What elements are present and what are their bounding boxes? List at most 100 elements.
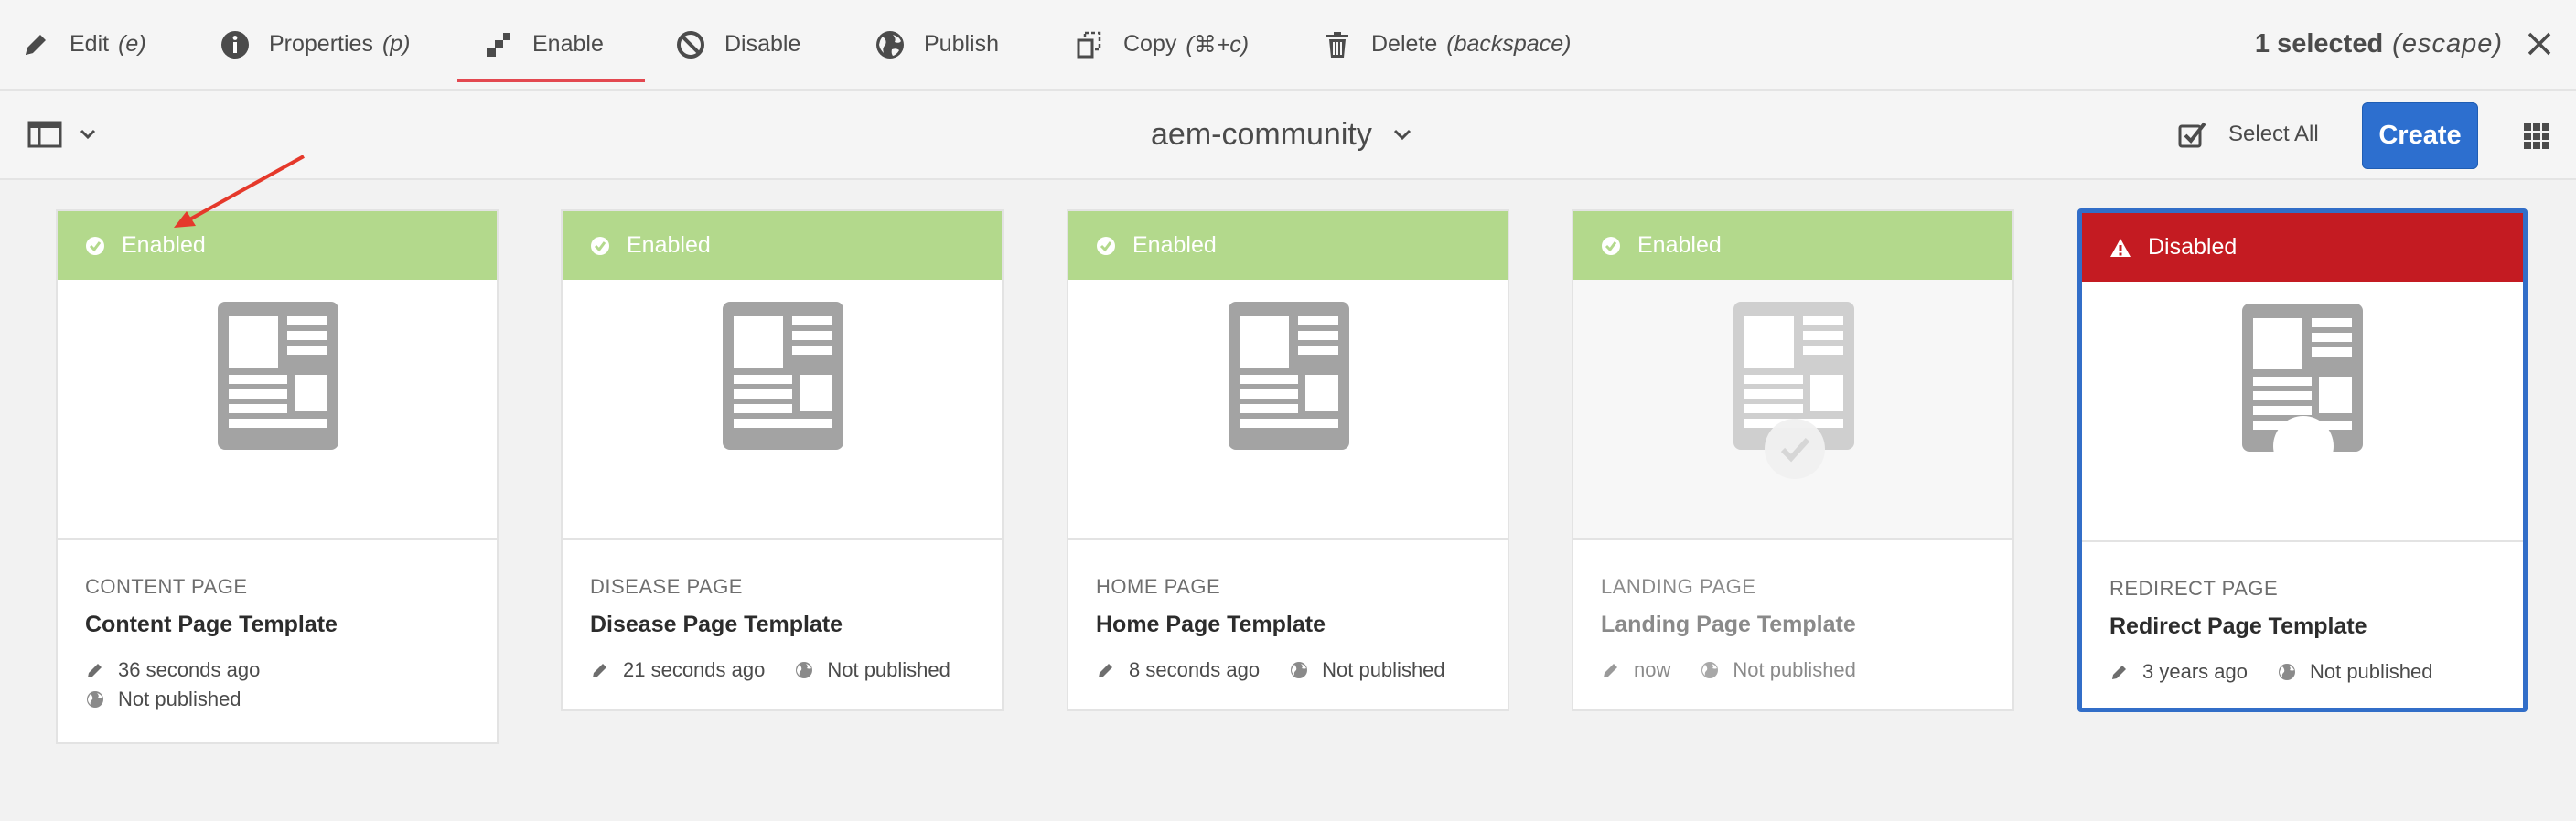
template-type: HOME PAGE: [1096, 575, 1221, 598]
edit-shortcut: (e): [118, 31, 146, 57]
selection-check-icon[interactable]: [1763, 417, 1827, 481]
template-thumbnail: [1573, 280, 2012, 540]
action-bar: Edit (e) Properties (p) Enable Disable P…: [0, 0, 2576, 91]
globe-icon: [1701, 662, 1719, 678]
chevron-down-icon: [1393, 129, 1411, 141]
globe-icon: [796, 662, 813, 678]
template-title: Disease Page Template: [590, 612, 843, 637]
checkbox-icon: [2178, 122, 2206, 148]
status-banner: Disabled: [2082, 213, 2523, 282]
pencil-icon: [2112, 666, 2126, 679]
publish-status: Not published: [2309, 660, 2433, 683]
publish-status: Not published: [118, 688, 242, 710]
check-circle-icon: [591, 236, 609, 255]
status-banner: Enabled: [1068, 211, 1508, 280]
copy-action[interactable]: Copy (⌘+c): [1074, 0, 1249, 89]
delete-label: Delete: [1371, 31, 1438, 57]
template-type: LANDING PAGE: [1601, 575, 1756, 598]
globe-icon: [1291, 662, 1308, 678]
template-thumbnail: [563, 280, 1002, 540]
template-title: Home Page Template: [1096, 612, 1326, 637]
disable-action[interactable]: Disable: [675, 0, 800, 89]
select-all-label: Select All: [2228, 122, 2319, 146]
globe-icon: [2278, 664, 2295, 680]
modified-time: 21 seconds ago: [623, 658, 766, 681]
pencil-icon: [1604, 664, 1617, 677]
card-info: now Not published: [1601, 658, 2012, 682]
modified-info: 36 seconds ago: [85, 658, 260, 682]
publish-info: Not published: [2277, 660, 2433, 684]
enable-label: Enable: [532, 31, 604, 57]
template-card[interactable]: Enabled DISEASE PAGE Disease Page Templa…: [561, 209, 1004, 711]
template-card[interactable]: Enabled CONTENT PAGE Content Page Templa…: [56, 209, 499, 744]
template-thumbnail: [58, 280, 497, 540]
template-card-selected[interactable]: Disabled REDIRECT PAGE Redirect Page Tem…: [2077, 208, 2528, 712]
page-template-icon: [723, 302, 843, 450]
check-circle-icon: [1097, 236, 1115, 255]
edit-action[interactable]: Edit (e): [20, 0, 146, 89]
card-info: 36 seconds ago Not published: [85, 658, 497, 711]
template-thumbnail: [2082, 282, 2523, 542]
copy-shortcut: (⌘+c): [1186, 31, 1250, 58]
card-info: 8 seconds ago Not published: [1096, 658, 1508, 682]
pencil-icon: [88, 664, 102, 677]
enable-action[interactable]: Enable: [483, 0, 604, 89]
template-thumbnail: [1068, 280, 1508, 540]
card-meta: REDIRECT PAGE Redirect Page Template 3 y…: [2082, 542, 2523, 684]
close-icon[interactable]: [2523, 27, 2556, 60]
card-view-icon[interactable]: [2522, 122, 2551, 151]
annotation-arrow: [174, 155, 305, 228]
template-type: CONTENT PAGE: [85, 575, 248, 598]
selection-check-icon[interactable]: [2271, 414, 2335, 478]
card-meta: HOME PAGE Home Page Template 8 seconds a…: [1068, 540, 1508, 682]
pencil-icon: [593, 664, 606, 677]
delete-action[interactable]: Delete (backspace): [1322, 0, 1571, 89]
page-title: aem-community: [1151, 116, 1372, 152]
modified-time: 36 seconds ago: [118, 658, 261, 681]
rail-toggle[interactable]: [27, 120, 97, 149]
template-card[interactable]: Enabled HOME PAGE Home Page Template 8 s…: [1067, 209, 1509, 711]
template-card[interactable]: Enabled LANDING PAGE Landing Page Templa…: [1572, 209, 2014, 711]
card-meta: DISEASE PAGE Disease Page Template 21 se…: [563, 540, 1002, 682]
properties-action[interactable]: Properties (p): [220, 0, 411, 89]
publish-status: Not published: [827, 658, 950, 681]
select-all-button[interactable]: Select All: [2177, 91, 2319, 178]
disable-label: Disable: [724, 31, 801, 57]
content-toolbar: aem-community Select All: [0, 91, 2576, 180]
alert-icon: [2110, 238, 2131, 257]
publish-action[interactable]: Publish: [875, 0, 999, 89]
pencil-icon: [1099, 664, 1112, 677]
publish-status: Not published: [1322, 658, 1445, 681]
template-type: DISEASE PAGE: [590, 575, 743, 598]
modified-time: 8 seconds ago: [1129, 658, 1261, 681]
status-banner: Enabled: [563, 211, 1002, 280]
status-label: Disabled: [2148, 234, 2238, 260]
check-circle-icon: [86, 236, 104, 255]
create-label: Create: [2378, 121, 2462, 150]
site-title-dropdown[interactable]: aem-community: [1151, 91, 1412, 178]
template-title: Content Page Template: [85, 612, 338, 637]
page-template-icon: [218, 302, 338, 450]
card-meta: LANDING PAGE Landing Page Template now N…: [1573, 540, 2012, 682]
card-info: 21 seconds ago Not published: [590, 658, 1002, 682]
publish-label: Publish: [924, 31, 999, 57]
publish-info: Not published: [794, 658, 950, 682]
copy-icon: [1077, 31, 1101, 58]
publish-info: Not published: [1700, 658, 1856, 682]
status-label: Enabled: [1132, 232, 1217, 258]
edit-label: Edit: [70, 31, 110, 57]
card-info: 3 years ago Not published: [2109, 660, 2523, 684]
template-type: REDIRECT PAGE: [2109, 577, 2279, 600]
template-title: Landing Page Template: [1601, 612, 1856, 637]
modified-time: 3 years ago: [2142, 660, 2248, 683]
page-template-icon: [1229, 302, 1349, 450]
template-title: Redirect Page Template: [2109, 613, 2367, 639]
create-button[interactable]: Create: [2362, 102, 2478, 169]
check-circle-icon: [1602, 236, 1620, 255]
pencil-icon: [26, 34, 46, 55]
trash-icon: [1326, 31, 1348, 58]
copy-label: Copy: [1123, 31, 1177, 57]
globe-icon: [87, 691, 103, 708]
selection-escape-hint: (escape): [2392, 29, 2503, 59]
selection-count-label: 1 selected: [2254, 29, 2384, 59]
